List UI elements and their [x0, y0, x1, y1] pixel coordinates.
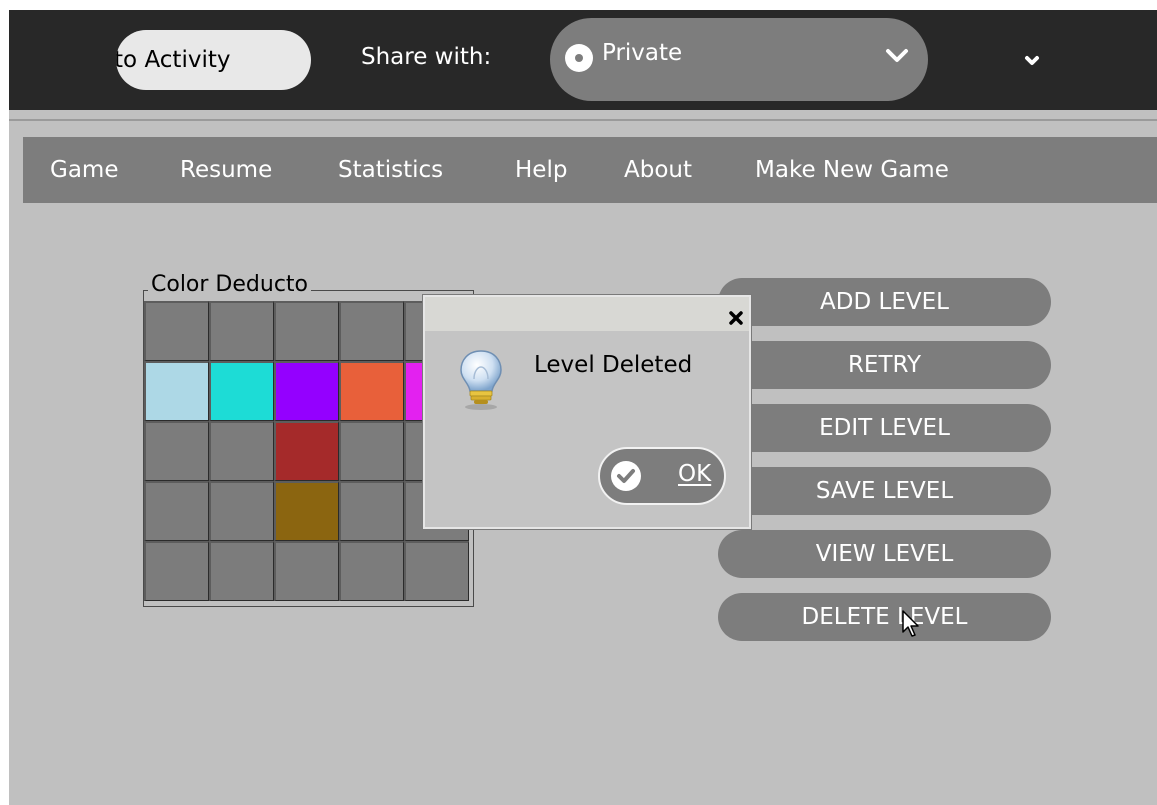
delete-level-button[interactable]: DELETE LEVEL — [718, 593, 1051, 641]
board-cell[interactable] — [144, 541, 209, 601]
toolbar-separator — [9, 119, 1157, 121]
share-with-value: Private — [602, 40, 683, 66]
activity-window: Color Deducto Activity Share with: Priva… — [9, 10, 1157, 805]
ok-label: OK — [678, 461, 712, 487]
menu-item-resume[interactable]: Resume — [180, 157, 272, 183]
board-cell[interactable] — [339, 421, 404, 481]
board-cell[interactable] — [144, 481, 209, 541]
board-cell[interactable] — [209, 481, 274, 541]
board-cell[interactable] — [404, 541, 469, 601]
menu-item-statistics[interactable]: Statistics — [338, 157, 443, 183]
board-cell[interactable] — [209, 421, 274, 481]
board-cell[interactable] — [274, 361, 339, 421]
activity-title-text: Color Deducto Activity — [116, 47, 231, 73]
share-with-label: Share with: — [361, 44, 492, 70]
board-cell[interactable] — [339, 481, 404, 541]
board-cell[interactable] — [339, 301, 404, 361]
lightbulb-icon — [460, 350, 502, 410]
activity-toolbar: Color Deducto Activity Share with: Priva… — [9, 10, 1157, 110]
dialog-message: Level Deleted — [534, 352, 693, 378]
board-title: Color Deducto — [148, 272, 311, 297]
board-cell[interactable] — [144, 301, 209, 361]
board-cell[interactable] — [274, 301, 339, 361]
retry-button[interactable]: RETRY — [718, 341, 1051, 389]
board-cell[interactable] — [209, 541, 274, 601]
add-level-button[interactable]: ADD LEVEL — [718, 278, 1051, 326]
board-cell[interactable] — [274, 421, 339, 481]
mouse-pointer-icon — [902, 610, 919, 637]
menu-item-make-new-game[interactable]: Make New Game — [755, 157, 949, 183]
dialog-titlebar — [425, 297, 749, 331]
menu-item-about[interactable]: About — [624, 157, 692, 183]
radio-icon — [565, 44, 593, 72]
chevron-down-icon — [886, 49, 908, 62]
share-with-dropdown[interactable]: Private — [550, 18, 928, 101]
board-cell[interactable] — [274, 481, 339, 541]
board-cell[interactable] — [339, 361, 404, 421]
menu-bar: Game Resume Statistics Help About Make N… — [23, 137, 1157, 203]
save-level-button[interactable]: SAVE LEVEL — [718, 467, 1051, 515]
board-cell[interactable] — [144, 361, 209, 421]
toolbar-expand-icon[interactable] — [1024, 55, 1040, 67]
close-icon[interactable] — [729, 311, 743, 325]
activity-title-field[interactable]: Color Deducto Activity — [116, 30, 311, 90]
level-deleted-dialog: Level Deleted OK — [422, 294, 752, 530]
checkmark-icon — [611, 461, 641, 491]
board-cell[interactable] — [209, 361, 274, 421]
view-level-button[interactable]: VIEW LEVEL — [718, 530, 1051, 578]
board-cell[interactable] — [339, 541, 404, 601]
menu-item-game[interactable]: Game — [50, 157, 118, 183]
board-cell[interactable] — [144, 421, 209, 481]
menu-item-help[interactable]: Help — [515, 157, 567, 183]
edit-level-button[interactable]: EDIT LEVEL — [718, 404, 1051, 452]
board-cell[interactable] — [209, 301, 274, 361]
ok-button[interactable]: OK — [598, 447, 726, 505]
board-cell[interactable] — [274, 541, 339, 601]
